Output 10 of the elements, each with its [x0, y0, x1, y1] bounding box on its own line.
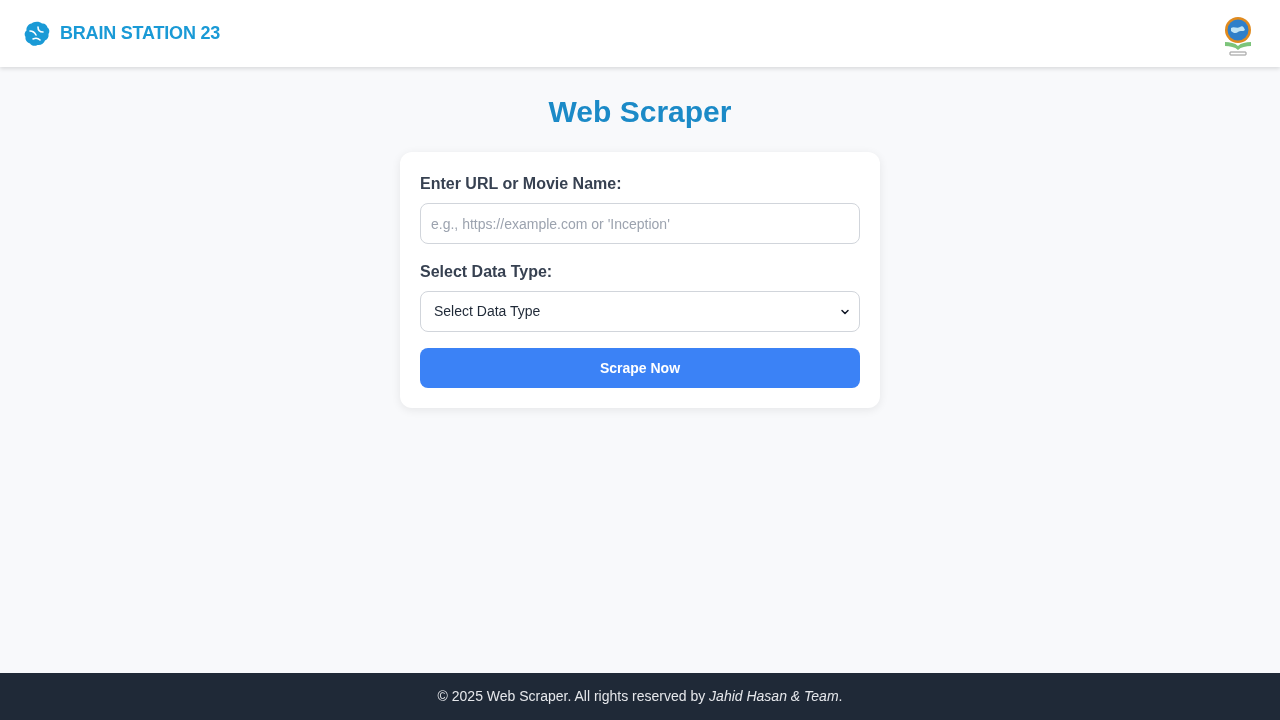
brain-logo-icon	[24, 20, 50, 47]
field-label: Enter URL or Movie Name:	[420, 174, 623, 194]
data-type-select[interactable]: Select Data Type	[420, 291, 860, 332]
logo-text: BRAIN STATION 23	[60, 22, 221, 45]
url-input-field[interactable]: e.g., https://example.com or 'Inception'	[420, 203, 860, 244]
copyright-text: © 2025 Web Scraper. All rights reserved by Jahid Hasan & Team.	[437, 687, 843, 706]
field-label: Select Data Type:	[420, 262, 554, 282]
page-title: Web Scraper	[548, 94, 732, 130]
scrape-now-button[interactable]: Scrape Now	[420, 348, 860, 388]
globe-emblem-icon	[1222, 15, 1254, 56]
